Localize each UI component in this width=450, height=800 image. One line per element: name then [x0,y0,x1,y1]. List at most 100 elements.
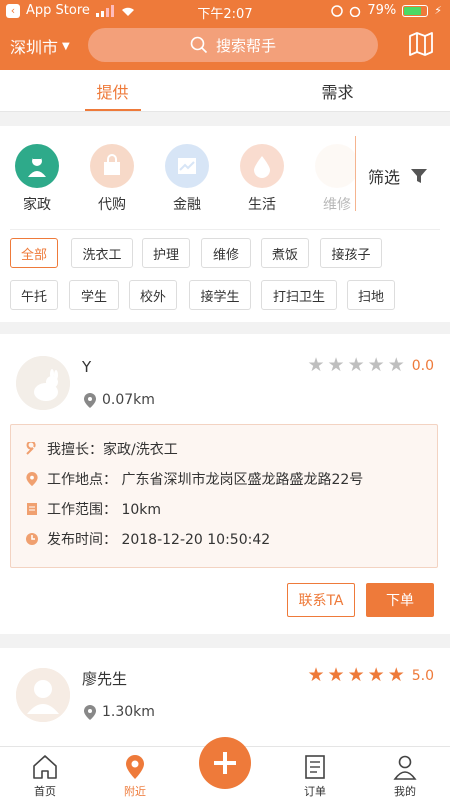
nav-profile[interactable]: 我的 [375,753,435,799]
rating-stars: ★ ★ ★ ★ ★ 5.0 [308,666,435,685]
location-text: 工作地点： 广东省深圳市龙岗区盛龙路盛龙路22号 [47,472,364,488]
category-label: 生活 [248,197,276,213]
location-row: 工作地点： 广东省深圳市龙岗区盛龙路盛龙路22号 [25,469,363,489]
order-button[interactable]: 下单 [366,583,434,617]
tag-student[interactable]: 学生 [69,280,119,310]
nav-nearby[interactable]: 附近 [105,753,165,799]
avatar[interactable] [16,668,70,722]
clock-icon [26,533,38,545]
tag-lunch-care[interactable]: 午托 [10,280,58,310]
range-row: 工作范围： 10km [25,499,161,519]
wrench-icon [26,442,36,455]
distance: 1.30km [84,704,155,720]
tab-offer-label: 提供 [96,82,129,102]
location-pin-icon [84,392,96,408]
star-icon: ★ [387,354,405,376]
location-icon [126,755,144,779]
star-icon: ★ [367,664,385,686]
nav-profile-label: 我的 [394,785,416,798]
tag-off-campus[interactable]: 校外 [129,280,177,310]
chevron-down-icon: ▼ [62,40,70,52]
tab-demand-label: 需求 [321,82,354,102]
bottom-nav: 首页 附近 订单 我的 [0,737,450,800]
repair-icon [315,144,355,188]
category-panel: 家政 代购 金融 生活 维修 筛选 全部 洗衣工 护理 维修 煮饭 接孩子 午托… [0,126,450,322]
city-label: 深圳市 [10,38,59,57]
nav-home-label: 首页 [34,785,56,798]
category-life[interactable]: 生活 [227,144,297,214]
tag-pickup-students[interactable]: 接学生 [189,280,251,310]
time-text: 发布时间： 2018-12-20 10:50:42 [47,532,271,548]
distance: 0.07km [84,392,155,408]
home-icon [33,755,57,779]
location-pin-icon [84,704,96,720]
star-icon: ★ [307,354,325,376]
finance-icon [165,144,209,188]
search-placeholder: 搜索帮手 [215,36,276,55]
skill-text: 我擅长：家政/洗衣工 [47,442,178,458]
shopping-icon [90,144,134,188]
star-icon: ★ [327,664,345,686]
avatar[interactable] [16,356,70,410]
helper-name: 廖先生 [82,670,128,688]
header: 深圳市 ▼ 搜索帮手 [0,22,450,70]
star-icon: ★ [347,354,365,376]
star-icon: ★ [387,664,405,686]
tag-sweeping[interactable]: 扫地 [347,280,395,310]
helper-card[interactable]: 廖先生 1.30km ★ ★ ★ ★ ★ 5.0 [0,648,450,746]
document-icon [27,503,37,515]
category-shopping[interactable]: 代购 [77,144,147,214]
tag-repair[interactable]: 维修 [201,238,251,268]
filter-button[interactable]: 筛选 [368,164,428,188]
star-icon: ★ [327,354,345,376]
status-bar: ‹ App Store 下午2:07 79% ⚡ [0,0,450,22]
star-icon: ★ [347,664,365,686]
distance-value: 1.30km [102,704,155,720]
tab-offer[interactable]: 提供 [0,70,225,111]
add-button[interactable] [199,737,251,789]
housekeeping-icon [15,144,59,188]
nav-nearby-label: 附近 [124,785,146,798]
tag-cleaning[interactable]: 打扫卫生 [261,280,337,310]
alarm-icon [350,6,361,17]
tag-nursing[interactable]: 护理 [142,238,190,268]
helper-card[interactable]: Y 0.07km ★ ★ ★ ★ ★ 0.0 我擅长：家政/洗衣工 工作地点： … [0,334,450,634]
nav-home[interactable]: 首页 [15,753,75,799]
category-finance[interactable]: 金融 [152,144,222,214]
detail-box: 我擅长：家政/洗衣工 工作地点： 广东省深圳市龙岗区盛龙路盛龙路22号 工作范围… [10,424,438,568]
category-repair[interactable]: 维修 [302,144,355,214]
skill-row: 我擅长：家政/洗衣工 [25,439,178,459]
plus-icon [214,752,236,774]
distance-value: 0.07km [102,392,155,408]
filter-divider [355,136,356,211]
category-row: 家政 代购 金融 生活 维修 [0,138,355,228]
nav-orders-label: 订单 [304,785,326,798]
tab-demand[interactable]: 需求 [225,70,450,111]
life-icon [240,144,284,188]
tag-pickup-kids[interactable]: 接孩子 [320,238,382,268]
battery-percent: 79% [367,3,397,18]
rating-value: 5.0 [411,667,434,684]
funnel-icon [411,169,428,183]
search-icon [190,36,208,54]
divider [10,229,440,230]
contact-button[interactable]: 联系TA [287,583,355,617]
range-text: 工作范围： 10km [47,502,162,518]
star-icon: ★ [307,664,325,686]
tag-laundry[interactable]: 洗衣工 [71,238,133,268]
time-row: 发布时间： 2018-12-20 10:50:42 [25,529,270,549]
map-icon[interactable] [408,32,434,56]
lock-rotation-icon [331,4,344,17]
tag-all[interactable]: 全部 [10,238,58,268]
battery-icon [402,4,429,17]
helper-name: Y [82,358,92,376]
search-bar[interactable]: 搜索帮手 [88,28,378,62]
rating-stars: ★ ★ ★ ★ ★ 0.0 [308,356,435,375]
category-housekeeping[interactable]: 家政 [2,144,72,214]
category-label: 代购 [98,197,126,213]
nav-orders[interactable]: 订单 [285,753,345,799]
top-bar: ‹ App Store 下午2:07 79% ⚡ 深圳市 ▼ 搜索帮手 [0,0,450,70]
city-selector[interactable]: 深圳市 ▼ [10,34,70,58]
category-label: 金融 [173,197,201,213]
tag-cooking[interactable]: 煮饭 [261,238,309,268]
